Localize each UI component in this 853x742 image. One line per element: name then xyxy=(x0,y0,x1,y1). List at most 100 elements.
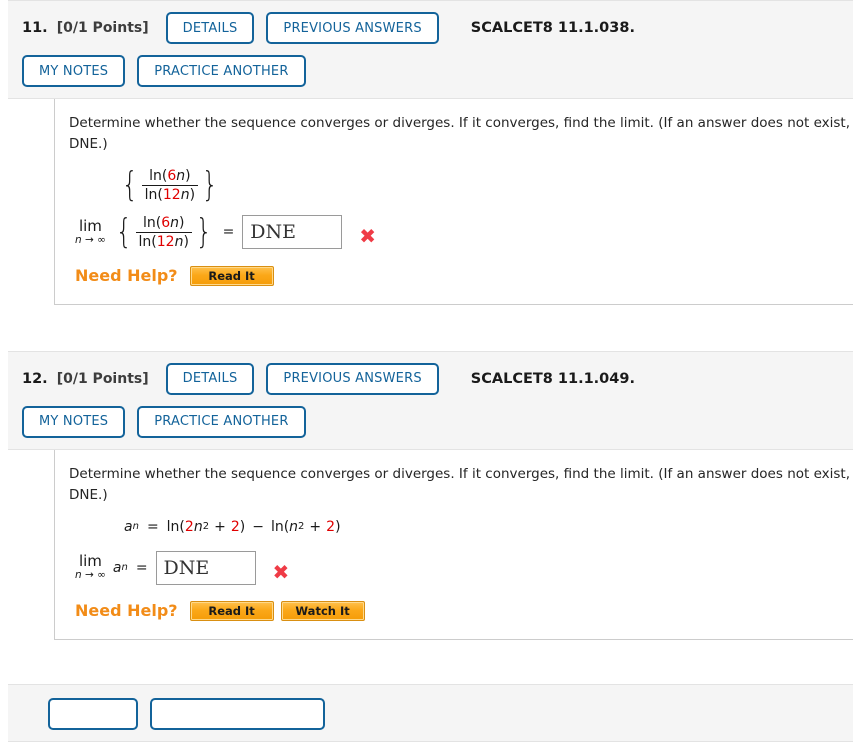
x-mark-icon: ✖ xyxy=(272,559,290,584)
practice-another-button[interactable]: PRACTICE ANOTHER xyxy=(137,55,306,87)
term2-function: ln( xyxy=(270,518,290,535)
term1-function: ln( xyxy=(166,518,185,535)
practice-another-button[interactable]: PRACTICE ANOTHER xyxy=(137,405,306,438)
numerator-variable-l: n xyxy=(170,214,179,231)
numerator-coefficient-l: 6 xyxy=(161,214,171,231)
prompt-line-2: DNE.) xyxy=(69,135,108,152)
left-brace: { xyxy=(121,164,138,205)
ln-suffix-den-l: ) xyxy=(183,233,189,250)
sequence-expression: an = ln(2 n 2 +2) − ln(n 2 +2) xyxy=(124,519,853,535)
limit-subscript: n → ∞ xyxy=(75,569,106,582)
fraction-limit: ln(6n) ln(12n) xyxy=(135,215,192,250)
problem-header-next xyxy=(8,683,853,742)
need-help-row-12: Need Help? Read It Watch It xyxy=(75,600,853,621)
answer-input[interactable] xyxy=(242,215,343,250)
term2-constant: 2 xyxy=(326,518,336,535)
ln-suffix-den: ) xyxy=(189,186,196,203)
problem-body-12: Determine whether the sequence converges… xyxy=(54,449,853,640)
limit-of-subscript: n xyxy=(121,562,128,574)
equals-sign: = xyxy=(135,559,148,576)
problem-block-11: 11. [0/1 Points] DETAILS PREVIOUS ANSWER… xyxy=(8,0,853,305)
need-help-row-11: Need Help? Read It xyxy=(75,265,853,286)
numerator-variable: n xyxy=(176,167,186,184)
term1-coefficient: 2 xyxy=(184,518,194,535)
my-notes-button[interactable]: MY NOTES xyxy=(22,55,126,87)
read-it-button[interactable]: Read It xyxy=(189,600,274,621)
ln-prefix-den: ln( xyxy=(144,186,163,203)
fraction-numerator: ln(6n) xyxy=(146,168,194,185)
ln-suffix-l: ) xyxy=(179,214,185,231)
equals-sign: = xyxy=(146,518,159,535)
prompt-line-2: DNE.) xyxy=(69,486,108,503)
fraction: ln(6n) ln(12n) xyxy=(141,168,199,203)
limit-lim: lim xyxy=(78,552,102,571)
block-spacer-2 xyxy=(0,640,853,684)
limit-of-symbol: a xyxy=(112,559,122,576)
right-brace: } xyxy=(201,164,218,205)
watch-it-button[interactable]: Watch It xyxy=(280,600,365,621)
problem-number: 11. xyxy=(22,20,48,36)
problem-body-11: Determine whether the sequence converges… xyxy=(54,99,853,305)
prompt-line-1: Determine whether the sequence converges… xyxy=(69,115,853,131)
problem-points: [0/1 Points] xyxy=(56,20,149,36)
problem-number: 12. xyxy=(22,370,48,387)
denominator-variable: n xyxy=(180,186,190,203)
term2-variable: n xyxy=(289,518,299,535)
limit-subscript: n → ∞ xyxy=(75,233,106,246)
answer-input[interactable] xyxy=(155,550,256,585)
limit-operator: lim n → ∞ xyxy=(75,554,106,581)
ln-prefix-den-l: ln( xyxy=(138,233,157,250)
problem-header-11: 11. [0/1 Points] DETAILS PREVIOUS ANSWER… xyxy=(8,0,853,99)
limit-lim: lim xyxy=(78,216,102,235)
ln-suffix: ) xyxy=(185,167,191,184)
read-it-button[interactable]: Read It xyxy=(189,265,274,286)
ln-prefix-l: ln( xyxy=(142,214,162,231)
right-brace-limit: } xyxy=(195,211,212,252)
problem-header-row-primary: 11. [0/1 Points] DETAILS PREVIOUS ANSWER… xyxy=(22,11,853,45)
term2-exponent: 2 xyxy=(298,521,305,533)
details-button[interactable]: DETAILS xyxy=(165,362,255,395)
details-button[interactable] xyxy=(48,697,138,730)
details-button[interactable]: DETAILS xyxy=(165,12,255,44)
prompt-line-1: Determine whether the sequence converges… xyxy=(69,465,853,482)
problem-prompt: Determine whether the sequence converges… xyxy=(69,113,853,155)
numerator-coefficient: 6 xyxy=(167,167,177,184)
term1-constant: 2 xyxy=(230,518,240,535)
limit-answer-row: lim n → ∞ an = ✖ xyxy=(75,550,853,585)
term2-close: ) xyxy=(335,518,341,535)
left-brace-limit: { xyxy=(115,211,132,252)
denominator-coefficient-l: 12 xyxy=(156,233,175,250)
fraction-denominator: ln(12n) xyxy=(141,184,199,203)
sequence-expression: { ln(6n) ln(12n) } xyxy=(119,168,853,203)
previous-answers-button[interactable] xyxy=(150,697,325,730)
my-notes-button[interactable]: MY NOTES xyxy=(22,405,126,438)
problem-block-next-partial xyxy=(8,683,853,742)
term1-exponent: 2 xyxy=(202,521,210,533)
term1-plus: + xyxy=(214,518,226,535)
previous-answers-button[interactable]: PREVIOUS ANSWERS xyxy=(266,362,439,395)
assignment-page: 11. [0/1 Points] DETAILS PREVIOUS ANSWER… xyxy=(0,0,853,742)
previous-answers-button[interactable]: PREVIOUS ANSWERS xyxy=(266,12,439,44)
equals-sign: = xyxy=(222,224,235,241)
problem-header-12: 12. [0/1 Points] DETAILS PREVIOUS ANSWER… xyxy=(8,350,853,450)
minus-sign: − xyxy=(252,518,264,535)
sequence-subscript: n xyxy=(132,521,139,533)
limit-answer-row: lim n → ∞ { ln(6n) ln(12n) } = ✖ xyxy=(75,215,853,250)
need-help-label: Need Help? xyxy=(75,601,178,621)
fraction-numerator-limit: ln(6n) xyxy=(140,215,188,232)
ln-prefix: ln( xyxy=(149,167,168,184)
sequence-symbol: a xyxy=(124,518,133,535)
term2-plus: + xyxy=(309,518,322,535)
problem-reference: SCALCET8 11.1.049. xyxy=(470,370,635,387)
problem-header-row-primary-next xyxy=(22,697,853,731)
need-help-label: Need Help? xyxy=(75,266,178,286)
problem-header-row-secondary: MY NOTES PRACTICE ANOTHER xyxy=(22,54,853,88)
problem-block-12: 12. [0/1 Points] DETAILS PREVIOUS ANSWER… xyxy=(8,350,853,640)
fraction-denominator-limit: ln(12n) xyxy=(135,231,192,250)
term1-close: ) xyxy=(239,518,246,535)
term1-variable: n xyxy=(193,518,203,535)
limit-operator: lim n → ∞ xyxy=(75,216,106,246)
x-mark-icon: ✖ xyxy=(359,223,377,248)
problem-header-row-primary-12: 12. [0/1 Points] DETAILS PREVIOUS ANSWER… xyxy=(22,362,853,396)
problem-header-row-secondary-12: MY NOTES PRACTICE ANOTHER xyxy=(22,405,853,439)
